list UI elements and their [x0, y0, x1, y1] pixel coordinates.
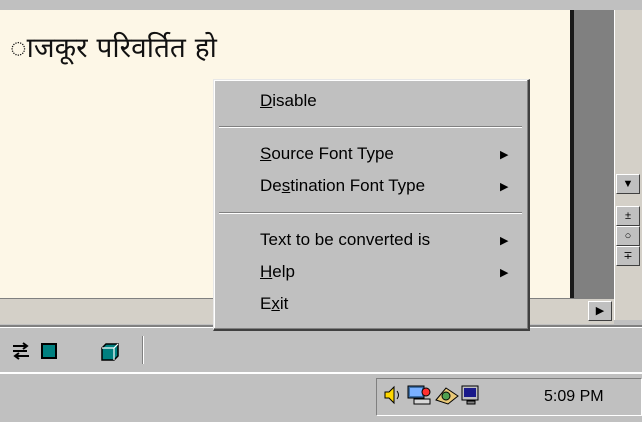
select-browse-object-button[interactable]: ○	[616, 226, 640, 246]
menu-item-label: x	[271, 294, 280, 313]
menu-item-help[interactable]: Help	[260, 262, 295, 282]
menu-item-label: tination Font Type	[290, 176, 426, 195]
page-down-button[interactable]: ∓	[616, 246, 640, 266]
scroll-right-button[interactable]: ▶	[588, 301, 612, 321]
submenu-arrow-icon: ▶	[500, 149, 509, 161]
taskbar-clock[interactable]: 5:09 PM	[544, 388, 604, 406]
square-icon[interactable]	[40, 342, 58, 360]
menu-item-label: H	[260, 262, 273, 281]
submenu-arrow-icon: ▶	[500, 235, 509, 247]
submenu-arrow-icon: ▶	[500, 267, 509, 279]
submenu-arrow-icon: ▶	[500, 181, 509, 193]
menu-separator	[219, 212, 522, 214]
page-up-button[interactable]: ±	[616, 206, 640, 226]
menu-item-label: ource Font Type	[271, 144, 394, 163]
menu-item-exit[interactable]: Exit	[260, 294, 288, 314]
network-computer-icon[interactable]	[406, 384, 431, 406]
menu-item-label: S	[260, 144, 272, 163]
drawing-toolbar	[0, 327, 642, 372]
menu-item-source-font-type[interactable]: Source Font Type	[260, 144, 394, 164]
menu-item-label: isable	[272, 91, 317, 110]
menu-separator	[219, 126, 522, 128]
scroll-down-button[interactable]: ▼	[616, 174, 640, 194]
menu-item-text-to-be-converted[interactable]: Text to be converted is	[260, 230, 430, 250]
menu-item-label: D	[260, 91, 273, 110]
toolbar-divider	[142, 336, 144, 364]
menu-item-destination-font-type[interactable]: Destination Font Type	[260, 176, 425, 196]
menu-item-label: De	[260, 176, 282, 195]
menu-item-disable[interactable]: Disable	[260, 91, 317, 111]
vertical-scrollbar[interactable]	[614, 10, 642, 320]
speaker-icon[interactable]	[382, 384, 404, 406]
document-text: ाजकूर परिवर्तित हो	[10, 31, 217, 64]
monitor-icon[interactable]	[460, 384, 482, 406]
menu-item-label: s	[281, 176, 291, 195]
menu-item-label: it	[279, 294, 289, 313]
menu-item-label: E	[260, 294, 272, 313]
swap-arrows-icon[interactable]	[12, 342, 30, 360]
keyboard-language-icon[interactable]	[434, 384, 459, 406]
menu-item-label: elp	[272, 262, 295, 281]
document-gutter	[574, 10, 614, 320]
cube-icon[interactable]	[100, 342, 119, 361]
